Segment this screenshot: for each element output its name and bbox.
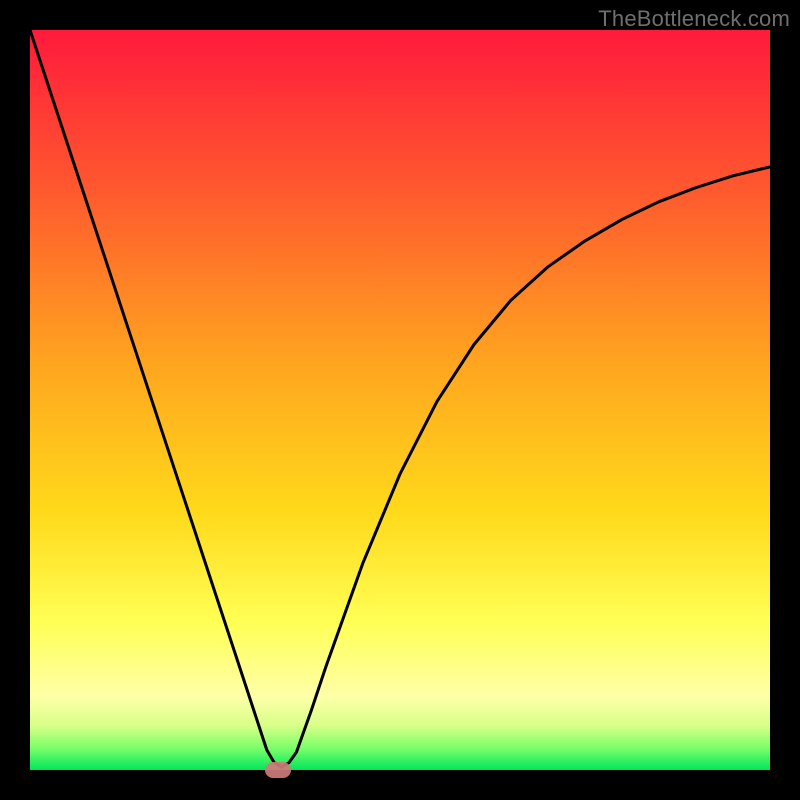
watermark-text: TheBottleneck.com xyxy=(598,6,790,32)
minimum-marker xyxy=(265,762,291,778)
plot-frame xyxy=(30,30,770,770)
bottleneck-curve xyxy=(30,30,770,770)
